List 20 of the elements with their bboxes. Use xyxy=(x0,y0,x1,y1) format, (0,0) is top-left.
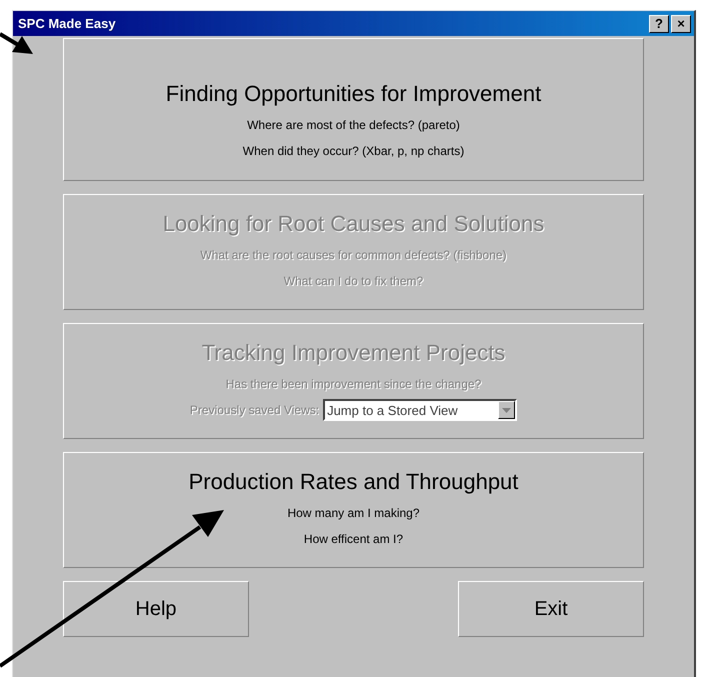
panel-title: Production Rates and Throughput xyxy=(188,469,518,495)
panel-description: Where are most of the defects? (pareto) xyxy=(247,117,460,134)
panel-description: When did they occur? (Xbar, p, np charts) xyxy=(242,143,464,160)
panel-title: Looking for Root Causes and Solutions xyxy=(162,211,544,237)
arrow xyxy=(0,32,33,54)
menu-panel[interactable]: Finding Opportunities for Improvement Where are most of the defects? (pareto) When did they occur? (Xbar, p, np charts) xyxy=(63,38,644,181)
panel-description: How many am I making? xyxy=(287,505,420,522)
panel-description: What can I do to fix them? xyxy=(284,273,424,290)
exit-button[interactable]: Exit xyxy=(458,581,644,637)
panel-description: What are the root causes for common defects? (fishbone) xyxy=(200,247,507,264)
window-title: SPC Made Easy xyxy=(18,16,116,31)
close-button[interactable]: × xyxy=(671,14,691,32)
help-button[interactable]: Help xyxy=(63,581,249,637)
panel-title: Tracking Improvement Projects xyxy=(202,340,506,366)
menu-panel[interactable]: Production Rates and Throughput How many am I making? How efficent am I? xyxy=(63,452,644,568)
panel-description: Has there been improvement since the change? xyxy=(226,376,482,393)
panel-description: How efficent am I? xyxy=(304,531,404,548)
panel-title: Finding Opportunities for Improvement xyxy=(166,81,542,107)
help-button[interactable]: ? xyxy=(649,14,669,32)
view-selector-label: Previously saved Views: xyxy=(190,402,320,419)
